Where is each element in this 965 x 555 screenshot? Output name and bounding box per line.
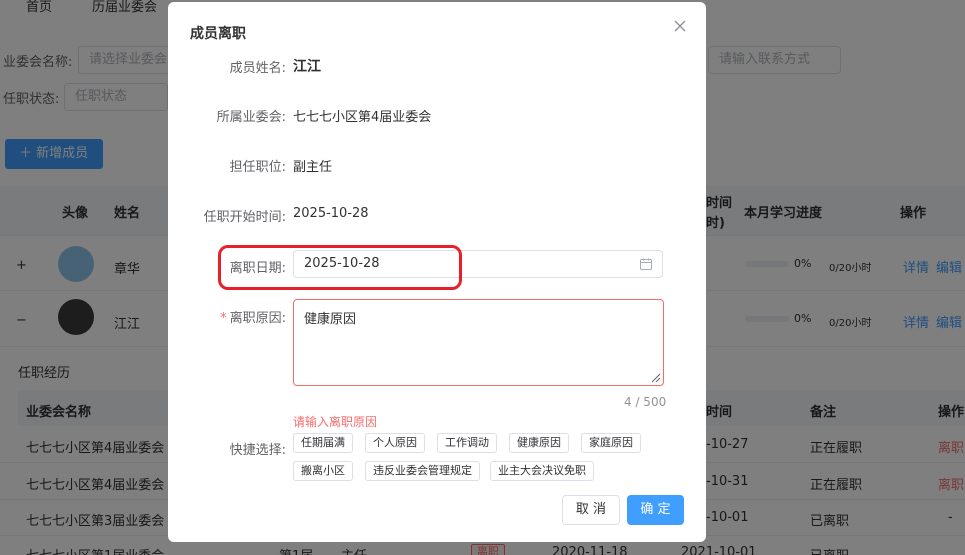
member-name-label: 成员姓名:	[229, 61, 286, 76]
quick-option-violation[interactable]: 违反业委会管理规定	[365, 461, 480, 481]
quick-option-transfer[interactable]: 工作调动	[437, 433, 497, 453]
quick-select-label: 快捷选择:	[229, 443, 286, 458]
position-label: 担任职位:	[229, 160, 286, 175]
quick-option-term-expired[interactable]: 任期届满	[293, 433, 353, 453]
dialog-title: 成员离职	[190, 26, 246, 42]
reason-textarea[interactable]: 健康原因	[293, 299, 664, 386]
quick-option-family[interactable]: 家庭原因	[581, 433, 641, 453]
required-marker: *	[220, 311, 227, 326]
quick-option-moved-out[interactable]: 搬离小区	[293, 461, 353, 481]
quick-option-health[interactable]: 健康原因	[509, 433, 569, 453]
resize-handle-icon[interactable]	[649, 371, 661, 383]
reason-label-text: 离职原因:	[229, 311, 286, 326]
annotation-highlight	[218, 245, 462, 290]
committee-label: 所属业委会:	[216, 110, 286, 125]
committee-value: 七七七小区第4届业委会	[293, 110, 432, 125]
calendar-icon[interactable]	[640, 258, 652, 270]
position-value: 副主任	[293, 160, 333, 175]
close-icon[interactable]	[672, 18, 688, 34]
start-date-value: 2025-10-28	[293, 206, 369, 221]
reason-error-message: 请输入离职原因	[293, 415, 378, 429]
start-date-label: 任职开始时间:	[203, 210, 286, 225]
quick-option-personal[interactable]: 个人原因	[365, 433, 425, 453]
cancel-button[interactable]: 取 消	[562, 495, 620, 525]
confirm-button[interactable]: 确 定	[627, 495, 684, 525]
member-name-value: 江江	[293, 59, 321, 75]
leave-dialog: 成员离职 成员姓名: 江江 所属业委会: 七七七小区第4届业委会 担任职位: 副…	[168, 2, 706, 542]
reason-char-counter: 4 / 500	[624, 395, 667, 409]
quick-option-dismissal[interactable]: 业主大会决议免职	[490, 461, 594, 481]
reason-text: 健康原因	[304, 312, 357, 327]
reason-label: * 离职原因:	[220, 307, 286, 326]
